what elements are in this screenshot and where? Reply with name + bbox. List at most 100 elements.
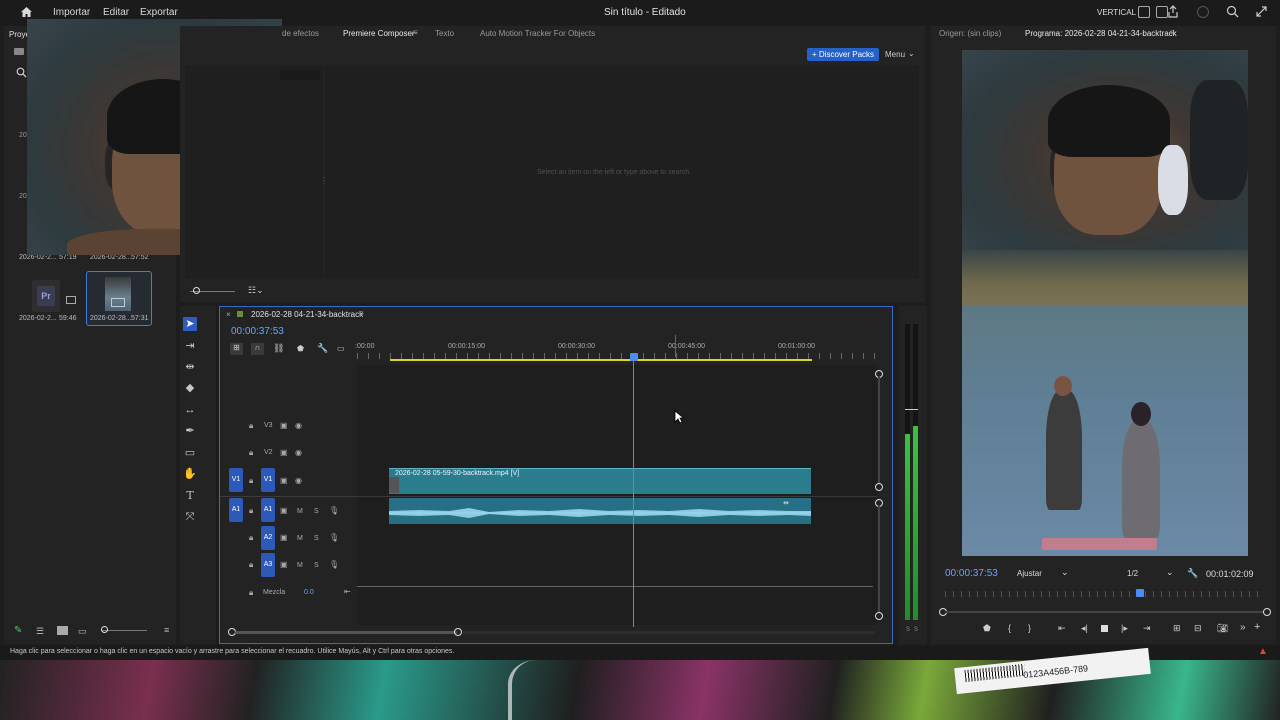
- sequence-name[interactable]: 2026-02-28 04-21-34-backtrack: [251, 310, 363, 319]
- hand-tool-icon[interactable]: ✋: [183, 467, 197, 481]
- selection-tool-icon[interactable]: ➤: [183, 317, 197, 331]
- captions-icon[interactable]: ▭: [337, 344, 345, 353]
- eye-icon[interactable]: ◉: [295, 421, 302, 430]
- ripple-edit-tool-icon[interactable]: ⇹: [183, 360, 197, 374]
- vertical-scrollbar-audio[interactable]: [878, 506, 880, 612]
- step-back-icon[interactable]: ◂|: [1081, 623, 1088, 634]
- project-item-name[interactable]: 2026-02-2...: [19, 315, 57, 322]
- resize-handle[interactable]: ⋮: [320, 176, 328, 185]
- overwrite-icon[interactable]: ⊟: [1194, 623, 1202, 634]
- composer-view-icon[interactable]: ☷⌄: [248, 285, 264, 296]
- close-icon[interactable]: ×: [226, 310, 231, 319]
- project-item-name[interactable]: 2026-02-28...: [90, 254, 132, 261]
- tab-menu-icon[interactable]: ≡: [1170, 28, 1175, 37]
- menu-exportar[interactable]: Exportar: [140, 7, 178, 18]
- composer-zoom-handle[interactable]: [193, 287, 200, 294]
- tab-motion-tracker[interactable]: Auto Motion Tracker For Objects: [480, 29, 595, 38]
- auto-reframe-tool-icon[interactable]: ⤧: [183, 510, 197, 524]
- warning-icon[interactable]: ▲: [1258, 646, 1268, 657]
- sync-lock-icon[interactable]: ▣: [280, 476, 288, 485]
- list-view-icon[interactable]: ☰: [36, 626, 44, 637]
- mark-out-icon[interactable]: }: [1028, 623, 1031, 633]
- lock-icon[interactable]: 🔒︎: [249, 533, 253, 543]
- audio-clip[interactable]: ⇹: [389, 498, 811, 524]
- tab-source-monitor[interactable]: Origen: (sin clips): [939, 29, 1001, 38]
- tab-texto[interactable]: Texto: [435, 29, 454, 38]
- source-patch-a1[interactable]: A1: [229, 498, 243, 522]
- chevron-down-icon[interactable]: ⌄: [908, 49, 915, 58]
- solo-button[interactable]: S: [314, 562, 319, 569]
- eye-icon[interactable]: ◉: [295, 476, 302, 485]
- program-timecode[interactable]: 00:00:37:53: [945, 568, 998, 579]
- mute-button[interactable]: M: [297, 562, 303, 569]
- playhead-handle[interactable]: [630, 353, 638, 361]
- menu-importar[interactable]: Importar: [53, 7, 90, 18]
- icon-view-icon[interactable]: [57, 626, 68, 635]
- razor-tool-icon[interactable]: ◆: [183, 381, 197, 395]
- mic-icon[interactable]: 🎙︎: [329, 506, 339, 515]
- wrench-icon[interactable]: 🔧: [317, 343, 328, 354]
- track-label-a2[interactable]: A2: [261, 526, 275, 550]
- step-forward-icon[interactable]: |▸: [1121, 623, 1128, 634]
- lock-icon[interactable]: 🔒︎: [249, 421, 253, 431]
- track-select-tool-icon[interactable]: ⇥: [183, 339, 197, 353]
- premiere-project-thumbnail[interactable]: Pr: [32, 280, 60, 312]
- solo-button[interactable]: S: [314, 535, 319, 542]
- insert-icon[interactable]: ⊞: [1173, 623, 1181, 634]
- solo-label[interactable]: S: [914, 627, 918, 633]
- mix-go-to-icon[interactable]: ⇤: [344, 587, 351, 596]
- sync-lock-icon[interactable]: ▣: [280, 421, 288, 430]
- snap-icon[interactable]: ∩: [251, 343, 264, 355]
- resolution-dropdown[interactable]: 1/2: [1127, 569, 1138, 578]
- expand-icon[interactable]: [1255, 5, 1268, 18]
- sync-lock-icon[interactable]: ▣: [280, 448, 288, 457]
- project-item-name[interactable]: 2026-02-2...: [19, 254, 57, 261]
- mark-in-icon[interactable]: {: [1008, 623, 1011, 633]
- chevron-down-icon[interactable]: ⌄: [1061, 567, 1069, 578]
- track-label-v1[interactable]: V1: [261, 468, 275, 492]
- rectangle-tool-icon[interactable]: ▭: [183, 446, 197, 460]
- scroll-handle[interactable]: [875, 483, 883, 491]
- home-icon[interactable]: [20, 6, 33, 18]
- tab-menu-icon[interactable]: ≡: [359, 309, 364, 318]
- progress-icon[interactable]: [1197, 6, 1209, 18]
- mute-button[interactable]: M: [297, 508, 303, 515]
- tab-premiere-composer[interactable]: Premiere Composer: [343, 29, 415, 38]
- linked-selection-icon[interactable]: ⛓: [273, 343, 284, 354]
- menu-editar[interactable]: Editar: [103, 7, 129, 18]
- sync-lock-icon[interactable]: ▣: [280, 506, 288, 515]
- track-label-a1[interactable]: A1: [261, 498, 275, 522]
- tab-menu-icon[interactable]: ≡: [413, 28, 418, 37]
- video-clip[interactable]: 2026-02-28 05-59-30-backtrack.mp4 [V]: [389, 468, 811, 494]
- mute-button[interactable]: M: [297, 535, 303, 542]
- solo-label[interactable]: S: [906, 627, 910, 633]
- program-zoom-scroll[interactable]: [946, 611, 1264, 613]
- lock-icon[interactable]: 🔒︎: [249, 588, 253, 598]
- fit-dropdown[interactable]: Ajustar: [1017, 569, 1042, 578]
- camera-icon[interactable]: 📷︎: [1217, 623, 1228, 634]
- program-playhead-handle[interactable]: [1136, 589, 1145, 597]
- project-item-name[interactable]: 2026-02-28...: [90, 315, 132, 322]
- add-marker-icon[interactable]: ⬟: [983, 623, 991, 634]
- panel-menu-icon[interactable]: ≡: [164, 625, 169, 635]
- composer-search-bar[interactable]: [280, 70, 320, 80]
- sync-lock-icon[interactable]: ▣: [280, 533, 288, 542]
- eye-icon[interactable]: ◉: [295, 448, 302, 457]
- mic-icon[interactable]: 🎙︎: [329, 533, 339, 542]
- work-area-bar[interactable]: [390, 359, 812, 361]
- zoom-slider-handle[interactable]: [101, 626, 108, 633]
- layout-label[interactable]: VERTICAL: [1097, 8, 1136, 17]
- solo-button[interactable]: S: [314, 508, 319, 515]
- folder-icon[interactable]: [14, 48, 24, 55]
- panel-layout-icon[interactable]: [1138, 6, 1150, 18]
- track-label-v3[interactable]: V3: [264, 422, 273, 429]
- track-label-v2[interactable]: V2: [264, 449, 273, 456]
- lock-icon[interactable]: 🔒︎: [249, 560, 253, 570]
- vertical-scrollbar[interactable]: [878, 377, 880, 483]
- horizontal-scrollbar[interactable]: [235, 631, 457, 634]
- add-button-icon[interactable]: +: [1254, 621, 1260, 633]
- search-icon[interactable]: [16, 67, 27, 78]
- slip-tool-icon[interactable]: ↔: [183, 403, 197, 417]
- lock-icon[interactable]: 🔒︎: [249, 506, 253, 516]
- program-ruler[interactable]: [945, 591, 1265, 597]
